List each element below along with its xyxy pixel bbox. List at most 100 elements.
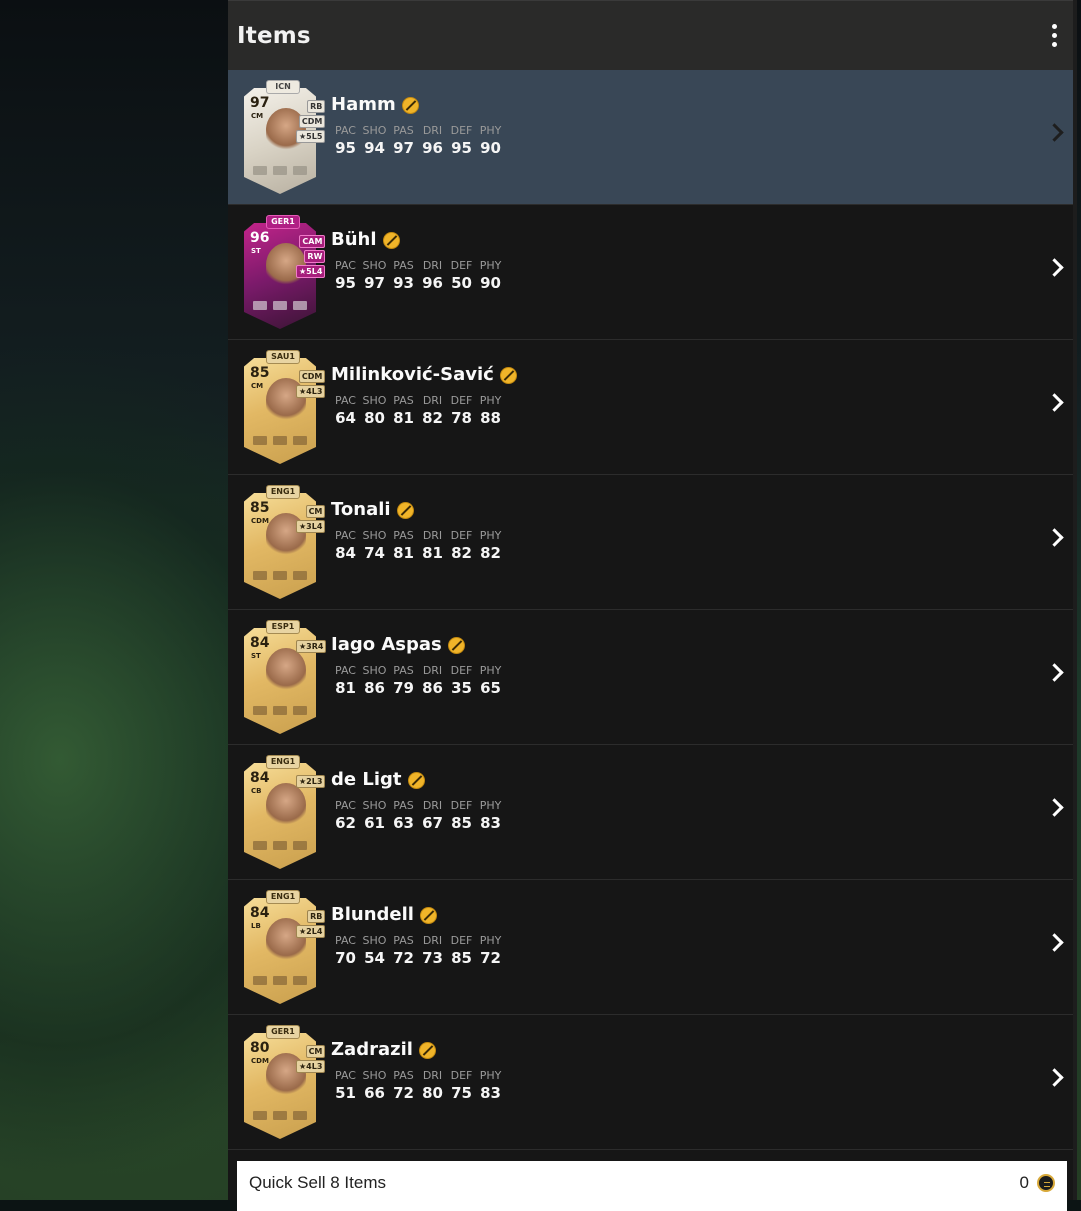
skill-badge: ★3L4 [296, 520, 326, 533]
stat-pas: PAS 79 [389, 665, 418, 698]
stat-label: PHY [479, 394, 502, 407]
player-info: Blundell PAC 70 SHO 54 PAS 72 DRI 73 DEF… [331, 905, 505, 968]
chevron-right-icon[interactable] [1045, 258, 1064, 277]
card-crests [252, 436, 308, 446]
player-info: Bühl PAC 95 SHO 97 PAS 93 DRI 96 DEF 50 … [331, 230, 505, 293]
stat-def: DEF 82 [447, 530, 476, 563]
chevron-right-icon[interactable] [1045, 123, 1064, 142]
list-item[interactable]: 96 ST GER1 CAM RW ★5L4 Bühl PAC 95 SHO 97 [228, 205, 1077, 340]
league-tag: ENG1 [266, 890, 300, 904]
stat-label: DEF [450, 664, 473, 677]
card-position: LB [251, 922, 261, 930]
list-item[interactable]: 84 ST ESP1 ★3R4 Iago Aspas PAC 81 SHO 86 [228, 610, 1077, 745]
stat-value: 86 [422, 679, 443, 697]
card-rating: 80 [250, 1040, 270, 1056]
league-logo-icon [273, 571, 287, 580]
stat-label: PAC [335, 529, 356, 542]
player-info: Hamm PAC 95 SHO 94 PAS 97 DRI 96 DEF 95 … [331, 95, 505, 158]
nation-flag-icon [253, 301, 267, 310]
quick-sell-button[interactable]: Quick Sell 8 Items 0 [237, 1161, 1067, 1211]
list-item[interactable]: 85 CM SAU1 CDM ★4L3 Milinković-Savić PAC … [228, 340, 1077, 475]
stat-label: DEF [450, 1069, 473, 1082]
stat-value: 65 [480, 679, 501, 697]
more-options-icon[interactable] [1052, 20, 1057, 51]
card-position: CM [251, 382, 264, 390]
card-crests [252, 976, 308, 986]
stat-sho: SHO 66 [360, 1070, 389, 1103]
nation-flag-icon [253, 976, 267, 985]
chevron-right-icon[interactable] [1045, 1068, 1064, 1087]
stat-sho: SHO 54 [360, 935, 389, 968]
club-badge-icon [293, 706, 307, 715]
stat-label: PAC [335, 124, 356, 137]
stat-dri: DRI 67 [418, 800, 447, 833]
nation-flag-icon [253, 571, 267, 580]
list-item[interactable]: 84 LB ENG1 RB ★2L4 Blundell PAC 70 SHO 54 [228, 880, 1077, 1015]
alt-position-badge: CM [305, 505, 326, 518]
player-info: Zadrazil PAC 51 SHO 66 PAS 72 DRI 80 DEF… [331, 1040, 505, 1103]
stat-label: SHO [362, 124, 387, 137]
stat-label: PHY [479, 1069, 502, 1082]
chevron-right-icon[interactable] [1045, 933, 1064, 952]
stat-value: 90 [480, 274, 501, 292]
stat-value: 66 [364, 1084, 385, 1102]
scrollbar[interactable] [1073, 0, 1077, 1200]
card-rating: 85 [250, 365, 270, 381]
card-rating: 84 [250, 770, 270, 786]
alt-position-badge: RB [307, 910, 326, 923]
stat-label: PAC [335, 259, 356, 272]
list-item[interactable]: 97 CM ICN RB CDM ★5L5 Hamm PAC 95 SHO 94 [228, 70, 1077, 205]
player-name: Hamm [331, 94, 396, 115]
stat-pac: PAC 81 [331, 665, 360, 698]
list-item[interactable]: 85 CDM ENG1 CM ★3L4 Tonali PAC 84 SHO 74 [228, 475, 1077, 610]
stat-value: 93 [393, 274, 414, 292]
stat-dri: DRI 82 [418, 395, 447, 428]
stat-def: DEF 85 [447, 935, 476, 968]
chevron-right-icon[interactable] [1045, 663, 1064, 682]
stat-label: PHY [479, 664, 502, 677]
league-tag: ENG1 [266, 755, 300, 769]
stat-sho: SHO 61 [360, 800, 389, 833]
stat-value: 54 [364, 949, 385, 967]
list-item[interactable]: 80 CDM GER1 CM ★4L3 Zadrazil PAC 51 SHO 6… [228, 1015, 1077, 1150]
player-name: Tonali [331, 499, 391, 520]
stat-value: 95 [451, 139, 472, 157]
stat-label: PHY [479, 799, 502, 812]
chevron-right-icon[interactable] [1045, 393, 1064, 412]
stat-value: 85 [451, 814, 472, 832]
league-tag: ESP1 [266, 620, 300, 634]
chevron-right-icon[interactable] [1045, 528, 1064, 547]
chevron-right-icon[interactable] [1045, 798, 1064, 817]
stat-value: 97 [364, 274, 385, 292]
league-logo-icon [273, 706, 287, 715]
stat-label: PAS [393, 664, 414, 677]
stat-label: SHO [362, 664, 387, 677]
stat-label: PAS [393, 259, 414, 272]
name-row: Hamm [331, 95, 505, 115]
name-row: Bühl [331, 230, 505, 250]
stat-phy: PHY 90 [476, 260, 505, 293]
card-position: CM [251, 112, 264, 120]
untradeable-icon [447, 636, 465, 654]
list-item[interactable]: 84 CB ENG1 ★2L3 de Ligt PAC 62 SHO 61 PA… [228, 745, 1077, 880]
club-badge-icon [293, 436, 307, 445]
card-position: CDM [251, 517, 269, 525]
stat-value: 35 [451, 679, 472, 697]
card-crests [252, 301, 308, 311]
alt-position-badge: RW [304, 250, 326, 263]
stat-value: 95 [335, 274, 356, 292]
untradeable-icon [401, 96, 419, 114]
stat-dri: DRI 80 [418, 1070, 447, 1103]
league-tag: ICN [266, 80, 300, 94]
card-rating: 84 [250, 635, 270, 651]
stat-value: 81 [393, 409, 414, 427]
position-badges: CDM ★4L3 [296, 370, 326, 398]
quick-sell-value-group: 0 [1020, 1173, 1055, 1193]
stat-label: PAC [335, 934, 356, 947]
quick-sell-label: Quick Sell 8 Items [249, 1173, 386, 1192]
stat-value: 81 [335, 679, 356, 697]
position-badges: CM ★3L4 [296, 505, 326, 533]
player-portrait [266, 783, 306, 827]
league-logo-icon [273, 976, 287, 985]
player-card: 84 LB ENG1 RB ★2L4 [240, 890, 326, 1006]
